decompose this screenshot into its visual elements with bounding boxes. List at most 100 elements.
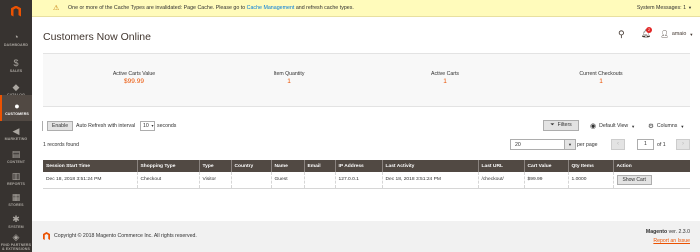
gear-icon: ⚙ [648, 123, 654, 130]
per-page-select[interactable]: 20 ▼ [510, 139, 576, 150]
cell-last-url: /checkout/ [477, 172, 524, 189]
dollar-icon: $ [13, 57, 19, 68]
filters-button[interactable]: ⏷ Filters [543, 120, 579, 131]
customers-online-grid: Session Start Time Shopping Type Type Co… [43, 160, 690, 189]
cell-shopping-type: Checkout [136, 172, 199, 189]
cache-notice-bar: ⚠ One or more of the Cache Types are inv… [32, 0, 700, 17]
cell-ip-address: 127.0.0.1 [334, 172, 382, 189]
gear-icon: ✱ [12, 213, 20, 224]
view-label: Default View [599, 123, 629, 129]
column-header-qty-items[interactable]: Qty Items [568, 160, 614, 172]
column-header-name[interactable]: Name [271, 160, 305, 172]
sidebar-item-label: CUSTOMERS [5, 111, 29, 116]
stat-label: Active Carts Value [112, 71, 156, 77]
cell-email [303, 172, 335, 189]
notice-text: One or more of the Cache Types are inval… [68, 5, 246, 11]
per-page-value: 20 [515, 142, 521, 148]
chevron-down-icon: ▼ [680, 123, 685, 129]
page-title: Customers Now Online [43, 31, 151, 43]
sidebar-item-find-partners[interactable]: ◈ FIND PARTNERS & EXTENSIONS [0, 230, 32, 252]
cache-management-link[interactable]: Cache Management [247, 5, 295, 11]
filters-label: Filters [557, 122, 572, 128]
chevron-down-icon: ▼ [631, 123, 636, 129]
default-view-dropdown[interactable]: ◉ Default View ▼ [590, 122, 635, 130]
stat-label: Active Carts [431, 71, 459, 77]
column-header-last-activity[interactable]: Last Activity [382, 160, 479, 172]
magento-logo[interactable] [0, 0, 32, 22]
columns-label: Columns [656, 123, 678, 129]
chevron-down-icon[interactable]: ▼ [564, 140, 575, 149]
seconds-label: seconds [157, 123, 177, 129]
sidebar-item-dashboard[interactable]: ◔ DASHBOARD [0, 26, 32, 52]
content-icon: ▤ [11, 148, 21, 159]
toolbar-divider [42, 121, 43, 131]
column-header-type[interactable]: Type [199, 160, 232, 172]
magento-footer-logo-icon [43, 232, 50, 240]
cell-country [230, 172, 271, 189]
cell-action: Show Cart [612, 172, 690, 189]
cell-last-activity: Dec 18, 2018 3:51:24 PM [381, 172, 478, 189]
funnel-icon: ⏷ [550, 122, 555, 128]
sidebar-item-sales[interactable]: $ SALES [0, 52, 32, 78]
eye-icon: ◉ [590, 123, 597, 130]
table-row: Dec 18, 2018 3:51:24 PM Checkout Visitor… [43, 172, 690, 189]
per-page-label: per page [577, 142, 598, 148]
refresh-interval-select[interactable]: 10 ▼ [140, 121, 155, 131]
store-icon: ▦ [11, 191, 21, 202]
column-header-country[interactable]: Country [231, 160, 272, 172]
enable-auto-refresh-button[interactable]: Enable [47, 121, 73, 131]
magento-logo-icon [11, 5, 21, 17]
system-messages-label: System Messages: 1 [636, 5, 687, 11]
stat-label: Current Checkouts [579, 71, 623, 77]
sidebar-item-label: SYSTEM [8, 224, 24, 229]
cell-name: Guest [270, 172, 304, 189]
person-icon: ● [14, 100, 20, 111]
show-cart-button[interactable]: Show Cart [616, 174, 652, 185]
chevron-left-icon: ‹ [617, 141, 619, 147]
system-messages-toggle[interactable]: System Messages: 1 ▼ [637, 5, 692, 11]
column-header-shopping-type[interactable]: Shopping Type [137, 160, 200, 172]
speedometer-icon: ◔ [13, 31, 19, 42]
stat-value: 1 [599, 78, 603, 85]
user-account-menu[interactable]: 👤︎ amaio ▼ [660, 30, 693, 38]
stat-value: 1 [287, 78, 291, 85]
current-page-input[interactable]: 1 [637, 139, 654, 150]
sidebar-item-customers[interactable]: ● CUSTOMERS [0, 95, 32, 121]
column-header-ip-address[interactable]: IP Address [335, 160, 383, 172]
stat-label: Item Quantity [273, 71, 305, 77]
cell-type: Visitor [198, 172, 231, 189]
cube-icon: ◆ [12, 81, 20, 92]
report-issue-link[interactable]: Report an Issue [653, 238, 690, 244]
column-header-last-url[interactable]: Last URL [478, 160, 525, 172]
previous-page-button[interactable]: ‹ [611, 139, 625, 150]
next-page-button[interactable]: › [676, 139, 690, 150]
column-header-action: Action [613, 160, 690, 172]
version-number: ver. 2.3.0 [668, 229, 690, 235]
notice-message: One or more of the Cache Types are inval… [68, 5, 354, 11]
column-header-session-start-time[interactable]: Session Start Time [43, 160, 138, 172]
admin-sidebar: ◔ DASHBOARD $ SALES ◆ CATALOG ● CUSTOMER… [0, 0, 32, 252]
notification-count-badge: 2 [646, 27, 652, 33]
stat-value: 1 [443, 78, 447, 85]
user-icon: 👤︎ [660, 31, 669, 38]
columns-dropdown[interactable]: ⚙ Columns ▼ [648, 122, 684, 130]
bar-chart-icon: ▥ [11, 170, 21, 181]
brand-name: Magento [645, 229, 668, 235]
chevron-down-icon: ▼ [689, 31, 694, 37]
sidebar-item-label: SALES [9, 68, 23, 73]
copyright-text: Copyright © 2018 Magento Commerce Inc. A… [54, 233, 197, 239]
auto-refresh-label: Auto Refresh with interval [76, 123, 136, 129]
grid-header-row: Session Start Time Shopping Type Type Co… [43, 160, 690, 172]
chevron-down-icon: ▼ [150, 124, 155, 128]
records-found: 1 records found [43, 142, 80, 148]
version-info: Magento ver. 2.3.0 [646, 229, 690, 235]
warning-icon: ⚠ [53, 4, 60, 12]
dashboard-stats: Active Carts Value $99.99 Item Quantity … [43, 53, 690, 107]
megaphone-icon: ◀ [12, 125, 20, 136]
column-header-email[interactable]: Email [304, 160, 336, 172]
column-header-cart-value[interactable]: Cart Value [524, 160, 569, 172]
stat-active-carts-value: Active Carts Value $99.99 [54, 71, 214, 85]
puzzle-icon: ◈ [12, 231, 20, 242]
search-icon[interactable]: ⚲ [618, 29, 628, 39]
page-footer: Copyright © 2018 Magento Commerce Inc. A… [32, 221, 700, 252]
